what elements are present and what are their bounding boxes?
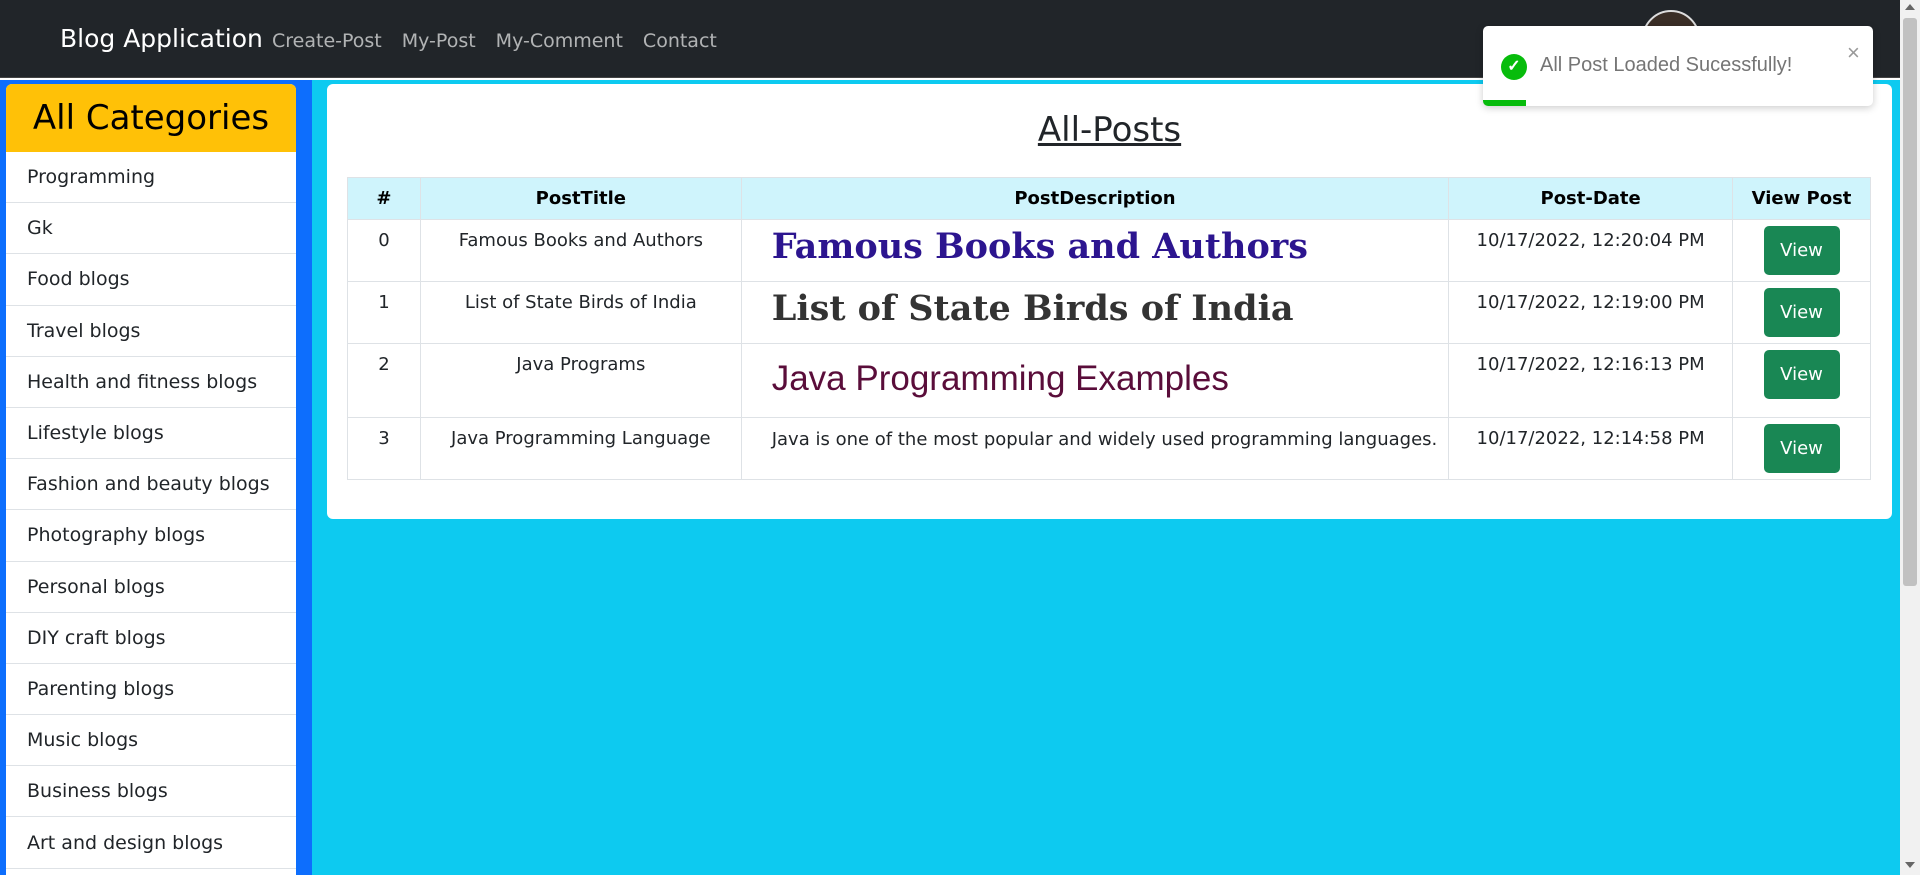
category-item-music[interactable]: Music blogs bbox=[6, 715, 296, 767]
page-title: All-Posts bbox=[1037, 110, 1182, 150]
row-action: View bbox=[1732, 417, 1871, 480]
category-item-art-design[interactable]: Art and design blogs bbox=[6, 817, 296, 869]
page-scrollbar[interactable] bbox=[1900, 0, 1920, 875]
nav-contact[interactable]: Contact bbox=[643, 30, 717, 52]
row-action: View bbox=[1732, 219, 1871, 282]
category-item-business[interactable]: Business blogs bbox=[6, 766, 296, 818]
view-button[interactable]: View bbox=[1763, 226, 1840, 275]
row-description: Java is one of the most popular and wide… bbox=[740, 417, 1450, 480]
category-item-fashion-beauty[interactable]: Fashion and beauty blogs bbox=[6, 459, 296, 511]
table-row: 2 Java Programs Java Programming Example… bbox=[347, 343, 1871, 418]
view-button[interactable]: View bbox=[1763, 424, 1840, 473]
row-description: Java Programming Examples bbox=[740, 343, 1450, 418]
brand-logo[interactable]: Blog Application bbox=[60, 24, 263, 53]
main-content: All-Posts # PostTitle PostDescription Po… bbox=[312, 80, 1900, 875]
row-date: 10/17/2022, 12:14:58 PM bbox=[1448, 417, 1734, 480]
row-description: Famous Books and Authors bbox=[740, 219, 1450, 282]
header-post-date: Post-Date bbox=[1448, 177, 1734, 220]
description-text: List of State Birds of India bbox=[771, 288, 1294, 329]
category-item-gk[interactable]: Gk bbox=[6, 203, 296, 255]
sidebar-container: All Categories Programming Gk Food blogs… bbox=[0, 80, 312, 875]
row-index: 2 bbox=[347, 343, 421, 418]
table-row: 1 List of State Birds of India List of S… bbox=[347, 281, 1871, 344]
table-row: 3 Java Programming Language Java is one … bbox=[347, 417, 1871, 480]
category-item-programming[interactable]: Programming bbox=[6, 152, 296, 204]
toast-message: All Post Loaded Sucessfully! bbox=[1540, 54, 1793, 76]
category-item-diy-craft[interactable]: DIY craft blogs bbox=[6, 613, 296, 664]
row-date: 10/17/2022, 12:19:00 PM bbox=[1448, 281, 1734, 344]
row-index: 0 bbox=[347, 219, 421, 282]
description-text: Famous Books and Authors bbox=[771, 226, 1308, 267]
category-item-parenting[interactable]: Parenting blogs bbox=[6, 664, 296, 716]
row-description: List of State Birds of India bbox=[740, 281, 1450, 344]
nav-create-post[interactable]: Create-Post bbox=[272, 30, 382, 52]
description-text: Java is one of the most popular and wide… bbox=[771, 429, 1438, 450]
header-view-post: View Post bbox=[1732, 177, 1871, 220]
scrollbar-thumb[interactable] bbox=[1903, 18, 1917, 586]
nav-my-post[interactable]: My-Post bbox=[402, 30, 476, 52]
table-header-row: # PostTitle PostDescription Post-Date Vi… bbox=[347, 177, 1871, 220]
description-text: Java Programming Examples bbox=[771, 359, 1229, 398]
scroll-up-arrow-icon[interactable] bbox=[1905, 4, 1915, 10]
category-item-health-fitness[interactable]: Health and fitness blogs bbox=[6, 357, 296, 408]
category-header: All Categories bbox=[6, 84, 296, 152]
check-circle-icon: ✓ bbox=[1501, 54, 1527, 80]
row-date: 10/17/2022, 12:20:04 PM bbox=[1448, 219, 1734, 282]
category-list: All Categories Programming Gk Food blogs… bbox=[6, 84, 296, 875]
header-index: # bbox=[347, 177, 421, 220]
row-index: 1 bbox=[347, 281, 421, 344]
row-title: Java Programs bbox=[419, 343, 742, 418]
row-action: View bbox=[1732, 343, 1871, 418]
category-item-personal[interactable]: Personal blogs bbox=[6, 562, 296, 613]
toast-progress-bar bbox=[1483, 100, 1526, 106]
category-item-travel[interactable]: Travel blogs bbox=[6, 306, 296, 357]
view-button[interactable]: View bbox=[1763, 288, 1840, 337]
header-post-title: PostTitle bbox=[419, 177, 742, 220]
scroll-down-arrow-icon[interactable] bbox=[1905, 862, 1915, 868]
row-action: View bbox=[1732, 281, 1871, 344]
posts-table: # PostTitle PostDescription Post-Date Vi… bbox=[347, 177, 1871, 480]
category-item-lifestyle[interactable]: Lifestyle blogs bbox=[6, 408, 296, 460]
view-button[interactable]: View bbox=[1763, 350, 1840, 399]
nav-links: Create-Post My-Post My-Comment Contact bbox=[272, 30, 717, 52]
success-toast[interactable]: ✓ All Post Loaded Sucessfully! × bbox=[1483, 26, 1873, 106]
nav-my-comment[interactable]: My-Comment bbox=[496, 30, 623, 52]
row-title: Famous Books and Authors bbox=[419, 219, 742, 282]
row-title: Java Programming Language bbox=[419, 417, 742, 480]
category-item-food[interactable]: Food blogs bbox=[6, 254, 296, 306]
category-item-photography[interactable]: Photography blogs bbox=[6, 510, 296, 562]
table-row: 0 Famous Books and Authors Famous Books … bbox=[347, 219, 1871, 282]
row-title: List of State Birds of India bbox=[419, 281, 742, 344]
row-date: 10/17/2022, 12:16:13 PM bbox=[1448, 343, 1734, 418]
posts-card: All-Posts # PostTitle PostDescription Po… bbox=[327, 84, 1892, 519]
close-icon[interactable]: × bbox=[1847, 40, 1860, 66]
row-index: 3 bbox=[347, 417, 421, 480]
header-post-description: PostDescription bbox=[740, 177, 1450, 220]
